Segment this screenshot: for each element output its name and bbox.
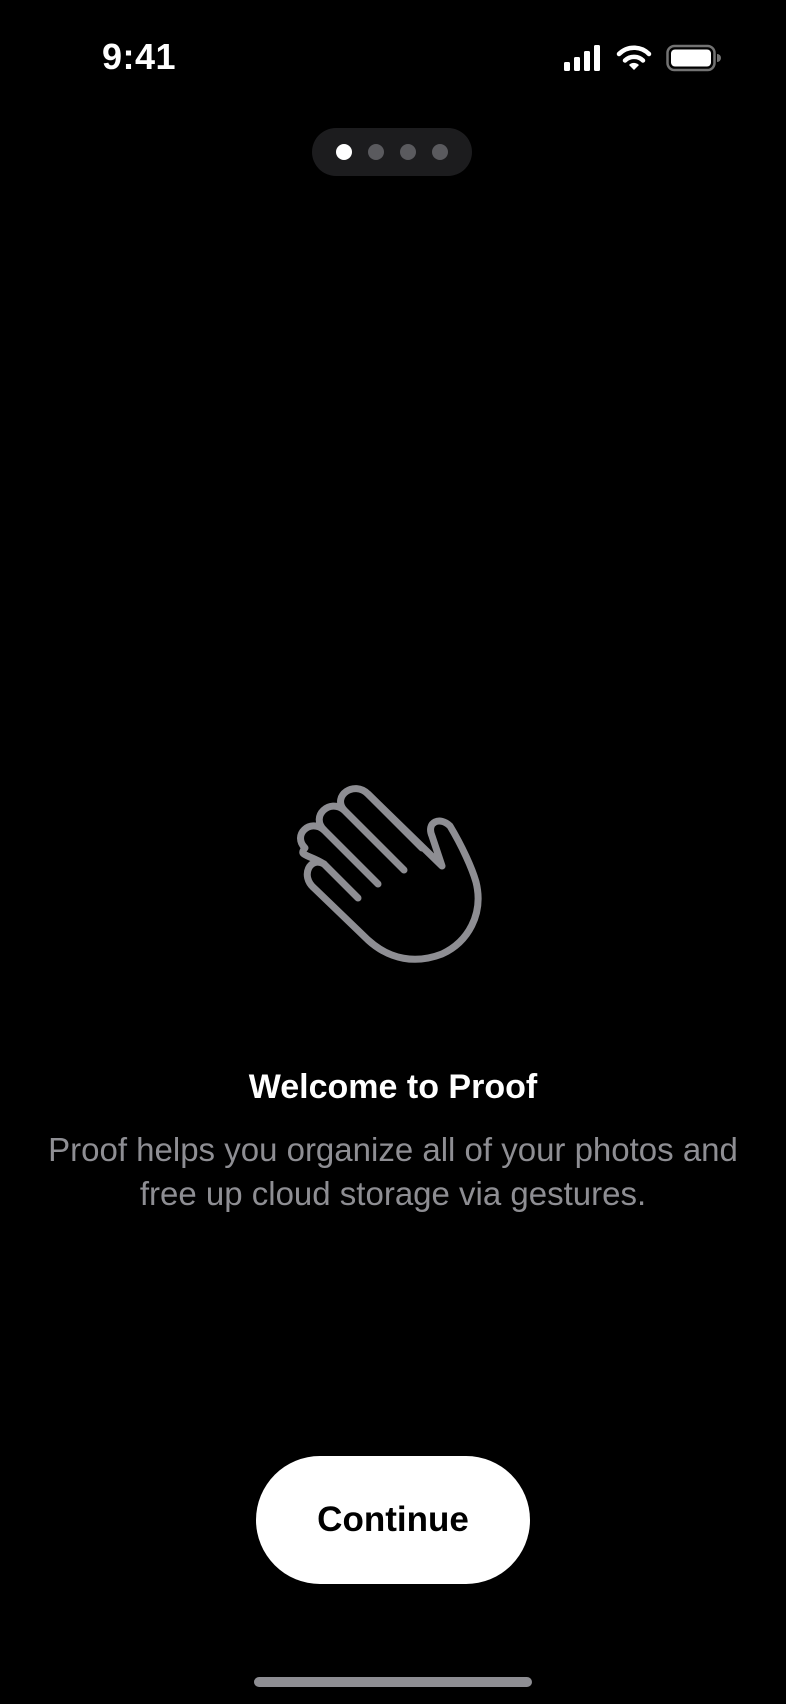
page-dot-2[interactable] (368, 144, 384, 160)
welcome-description: Proof helps you organize all of your pho… (48, 1131, 738, 1212)
cellular-signal-icon (564, 45, 600, 71)
status-bar: 9:41 (0, 0, 786, 110)
page-dot-3[interactable] (400, 144, 416, 160)
page-dot-1[interactable] (336, 144, 352, 160)
home-indicator[interactable] (254, 1677, 532, 1687)
status-icons (562, 44, 722, 72)
battery-icon (666, 44, 721, 72)
page-dot-4[interactable] (432, 144, 448, 160)
wifi-icon (616, 45, 652, 70)
welcome-title: Welcome to Proof (248, 1068, 538, 1106)
continue-button[interactable]: Continue (256, 1456, 530, 1584)
waving-hand-icon (297, 785, 482, 963)
status-time: 9:41 (102, 36, 177, 77)
page-indicator[interactable] (312, 128, 472, 176)
